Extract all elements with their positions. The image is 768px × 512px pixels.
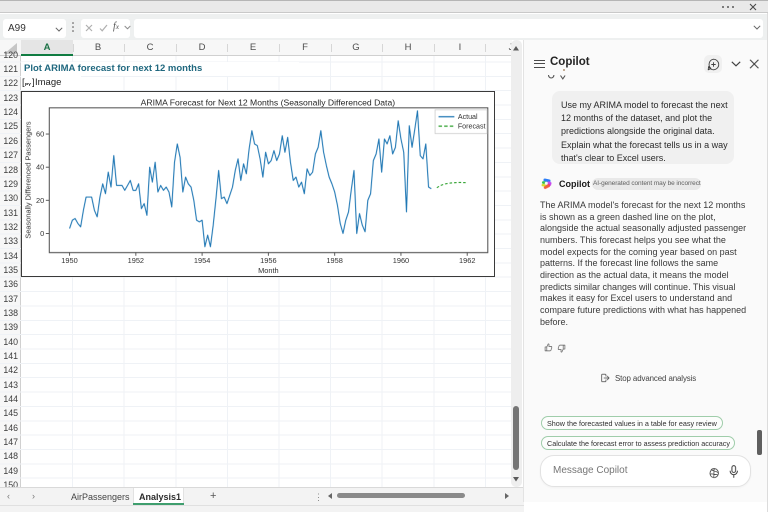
- svg-text:Seasonally Differenced Passeng: Seasonally Differenced Passengers: [23, 121, 32, 238]
- svg-text:1954: 1954: [194, 256, 210, 265]
- svg-text:ARIMA Forecast for Next 12 Mon: ARIMA Forecast for Next 12 Months (Seaso…: [141, 97, 396, 107]
- svg-text:1958: 1958: [326, 256, 342, 265]
- svg-text:1950: 1950: [61, 256, 77, 265]
- svg-text:1952: 1952: [128, 256, 144, 265]
- svg-text:Forecast: Forecast: [458, 122, 486, 130]
- svg-text:1956: 1956: [260, 256, 276, 265]
- svg-text:60: 60: [36, 130, 44, 139]
- svg-text:Actual: Actual: [458, 113, 478, 121]
- svg-text:1960: 1960: [393, 256, 409, 265]
- svg-text:40: 40: [36, 163, 44, 172]
- svg-text:Month: Month: [258, 266, 279, 275]
- svg-text:20: 20: [36, 196, 44, 205]
- svg-text:0: 0: [40, 229, 44, 238]
- svg-text:1962: 1962: [459, 256, 475, 265]
